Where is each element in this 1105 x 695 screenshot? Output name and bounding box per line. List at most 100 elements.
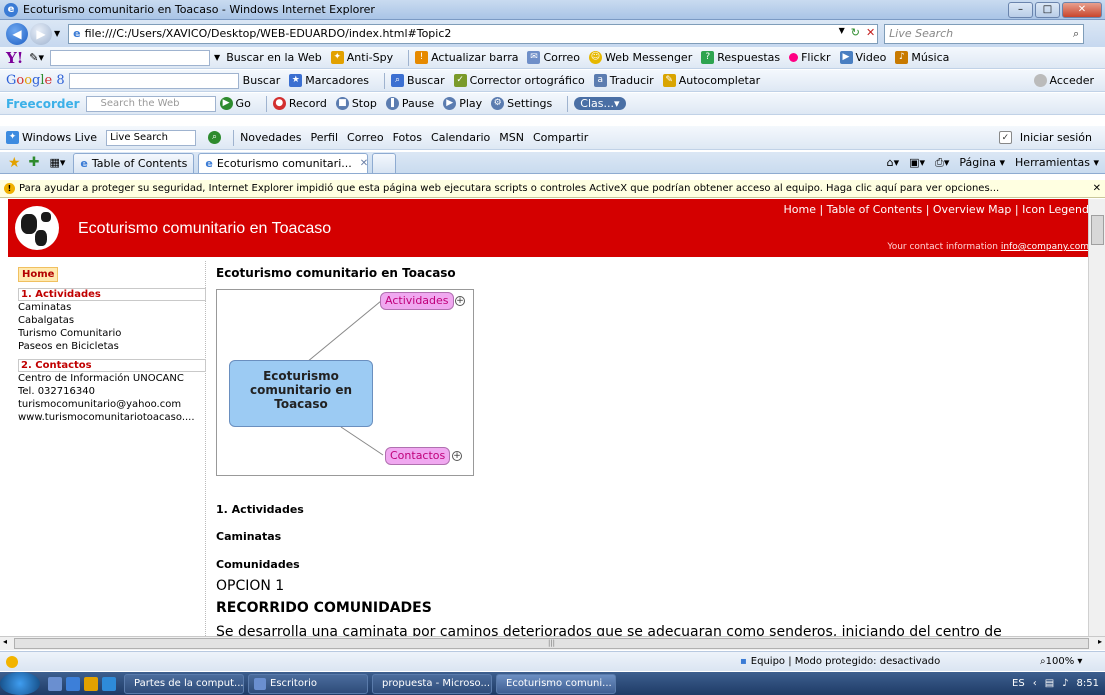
top-nav-links[interactable]: Home | Table of Contents | Overview Map … (784, 203, 1090, 216)
protected-mode-status[interactable]: ▪ Equipo | Modo protegido: desactivado (740, 656, 940, 667)
network-icon[interactable]: ▤ (1045, 678, 1054, 689)
expand-icon[interactable]: + (455, 296, 465, 306)
google-logo[interactable]: Google 8 (6, 73, 65, 88)
messenger-button[interactable]: ☺ Web Messenger (589, 51, 692, 64)
music-button[interactable]: ♪ Música (895, 51, 949, 64)
hscroll-thumb[interactable]: ||| (14, 638, 1089, 649)
yahoo-search-button[interactable]: Buscar en la Web (226, 51, 322, 64)
sidebar-item-tel[interactable]: Tel. 032716340 (18, 385, 205, 398)
antispy-button[interactable]: ✦ Anti-Spy (330, 51, 393, 64)
close-tab-icon[interactable]: ✕ (360, 158, 368, 169)
favorites-star-icon[interactable]: ★ (8, 155, 21, 171)
google-search-input[interactable] (68, 72, 239, 89)
forward-button[interactable]: ▶ (30, 22, 52, 45)
live-link-msn[interactable]: MSN (499, 131, 524, 144)
task-escritorio[interactable]: Escritorio (248, 673, 368, 694)
feeds-icon[interactable]: ▣▾ (909, 156, 925, 170)
url-dropdown-icon[interactable]: ▼ (839, 26, 845, 39)
stop-icon[interactable]: ✕ (866, 26, 875, 39)
video-button[interactable]: ▶ Video (839, 51, 886, 64)
live-search-input[interactable]: Live Search ⌕ (884, 23, 1085, 44)
sidebar-section-actividades[interactable]: 1. Actividades (18, 288, 206, 301)
back-button[interactable]: ◀ (6, 22, 28, 45)
task-partes[interactable]: Partes de la comput... (124, 673, 244, 694)
sidebar-item-cabalgatas[interactable]: Cabalgatas (18, 314, 205, 327)
messenger-icon[interactable] (84, 676, 98, 691)
horizontal-scrollbar[interactable]: ◂ ||| ▸ (0, 636, 1105, 650)
search-icon[interactable]: ⌕ (1073, 27, 1079, 41)
play-button[interactable]: ▶ Play (443, 97, 482, 110)
pause-button[interactable]: ❚ Pause (385, 97, 434, 110)
freecorder-search-input[interactable]: Search the Web (85, 95, 216, 112)
add-favorites-icon[interactable]: ✚ (29, 155, 40, 170)
google-search-button[interactable]: Buscar (243, 74, 281, 87)
tools-menu[interactable]: Herramientas ▾ (1015, 156, 1099, 170)
sidebar-item-turismo[interactable]: Turismo Comunitario (18, 327, 205, 340)
answers-button[interactable]: ? Respuestas (701, 51, 780, 64)
autocomplete-button[interactable]: ✎ Autocompletar (662, 74, 760, 87)
print-icon[interactable]: ⎙▾ (935, 156, 949, 170)
mail-button[interactable]: ✉ Correo (527, 51, 580, 64)
live-link-fotos[interactable]: Fotos (393, 131, 422, 144)
windows-live-logo[interactable]: ✦ Windows Live (6, 131, 97, 144)
maximize-button[interactable]: □ (1035, 2, 1060, 18)
scroll-right-icon[interactable]: ▸ (1098, 637, 1102, 646)
spellcheck-button[interactable]: ✓ Corrector ortográfico (453, 74, 585, 87)
quick-tabs-icon[interactable]: ▦▾ (49, 156, 65, 169)
translate-button[interactable]: a Traducir (593, 74, 654, 87)
sidebar-home-link[interactable]: Home (18, 267, 59, 282)
tab-ecoturismo[interactable]: e Ecoturismo comunitari... ✕ (198, 152, 369, 173)
close-button[interactable]: ✕ (1062, 2, 1102, 18)
scroll-left-icon[interactable]: ◂ (3, 637, 7, 646)
yahoo-logo[interactable]: Y! (6, 49, 23, 67)
contact-email-link[interactable]: info@company.com (1001, 242, 1089, 252)
vertical-scrollbar[interactable] (1088, 199, 1105, 636)
record-button[interactable]: ● Record (272, 97, 327, 110)
sidebar-item-caminatas[interactable]: Caminatas (18, 301, 205, 314)
start-button[interactable] (0, 672, 40, 695)
security-infobar[interactable]: ! Para ayudar a proteger su seguridad, I… (0, 180, 1105, 198)
security-shield-icon[interactable] (6, 655, 18, 668)
url-field[interactable]: e file:///C:/Users/XAVICO/Desktop/WEB-ED… (68, 23, 879, 44)
settings-button[interactable]: ⚙ Settings (491, 97, 552, 110)
page-menu[interactable]: Página ▾ (959, 156, 1005, 170)
scrollbar-thumb[interactable] (1091, 215, 1104, 245)
yahoo-search-input[interactable] (50, 49, 211, 66)
live-link-novedades[interactable]: Novedades (240, 131, 301, 144)
refresh-icon[interactable]: ↻ (851, 26, 860, 39)
live-signin-button[interactable]: ✓ Iniciar sesión (998, 131, 1092, 144)
live-search-field[interactable]: Live Search (106, 129, 197, 146)
yahoo-dropdown-icon[interactable]: ▼ (214, 53, 220, 62)
google-search2-button[interactable]: ⌕ Buscar (391, 74, 445, 87)
google-signin-button[interactable]: Acceder (1033, 74, 1094, 87)
minimize-button[interactable]: – (1008, 2, 1033, 18)
home-icon[interactable]: ⌂▾ (887, 156, 900, 170)
live-link-compartir[interactable]: Compartir (533, 131, 588, 144)
sidebar-item-paseos[interactable]: Paseos en Bicicletas (18, 340, 205, 353)
live-link-perfil[interactable]: Perfil (311, 131, 339, 144)
history-dropdown-icon[interactable]: ▼ (54, 29, 60, 38)
new-tab-button[interactable] (372, 152, 397, 173)
tab-table-of-contents[interactable]: e Table of Contents (73, 152, 195, 173)
expand-icon[interactable]: + (452, 451, 462, 461)
map-node-actividades[interactable]: Actividades (380, 292, 454, 310)
tray-expand-icon[interactable]: ‹ (1033, 678, 1037, 689)
infobar-close-icon[interactable]: ✕ (1093, 183, 1101, 194)
flickr-button[interactable]: Flickr (789, 51, 831, 64)
bookmarks-button[interactable]: ★ Marcadores (289, 74, 369, 87)
search-go-icon[interactable]: ⌕ (208, 131, 222, 144)
task-propuesta[interactable]: propuesta - Microso... (372, 673, 492, 694)
ie-icon[interactable] (102, 676, 116, 691)
freecorder-logo[interactable]: Freecorder (6, 97, 80, 111)
live-link-calendario[interactable]: Calendario (431, 131, 490, 144)
freecorder-go-button[interactable]: ▶ Go (219, 97, 251, 110)
clas-dropdown[interactable]: Clas... ▾ (574, 97, 626, 110)
sidebar-item-web[interactable]: www.turismocomunitariotoacaso.... (18, 411, 205, 424)
sidebar-item-email[interactable]: turismocomunitario@yahoo.com (18, 398, 205, 411)
stop-button[interactable]: ■ Stop (335, 97, 377, 110)
zoom-level[interactable]: ⌕100% ▾ (1040, 656, 1082, 667)
task-ecoturismo[interactable]: Ecoturismo comuni... (496, 673, 616, 694)
map-node-contactos[interactable]: Contactos (385, 447, 451, 465)
volume-icon[interactable]: ♪ (1062, 678, 1068, 689)
update-toolbar-button[interactable]: ! Actualizar barra (415, 51, 518, 64)
